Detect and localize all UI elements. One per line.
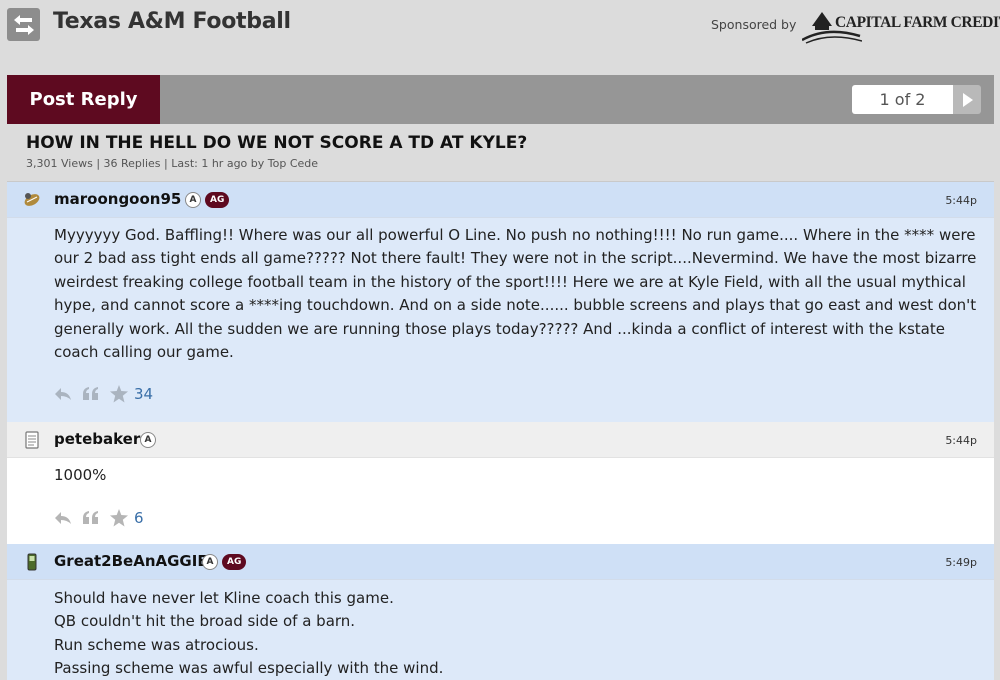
- post-line: Should have never let Kline coach this g…: [54, 589, 394, 607]
- username[interactable]: maroongoon95: [54, 190, 181, 208]
- post-actions: 34: [54, 385, 153, 403]
- site-header: Texas A&M Football Sponsored by CAPITAL …: [0, 0, 1000, 50]
- football-player-icon: [24, 193, 40, 206]
- badge-ag: AG: [205, 192, 230, 208]
- arrows-swap-icon: [13, 14, 34, 35]
- reply-arrow-icon[interactable]: [54, 509, 72, 527]
- post: petebaker A 5:44p 1000% 6: [7, 422, 994, 544]
- pagination: 1 of 2: [852, 85, 981, 114]
- board-title[interactable]: Texas A&M Football: [53, 9, 291, 34]
- badge-a: A: [140, 432, 156, 448]
- back-button[interactable]: [7, 8, 40, 41]
- user-badges: A AG: [185, 192, 230, 208]
- post-line: Run scheme was atrocious.: [54, 635, 259, 654]
- post: maroongoon95 A AG 5:44p Myyyyyy God. Baf…: [7, 182, 994, 422]
- star-icon[interactable]: [110, 385, 128, 403]
- post-text: 1000%: [54, 464, 979, 487]
- badge-a: A: [202, 554, 218, 570]
- post-header: maroongoon95 A AG 5:44p: [7, 182, 994, 218]
- avatar[interactable]: [23, 431, 41, 449]
- post-body: Should have never let Kline coach this g…: [7, 580, 994, 680]
- post-body: 1000% 6: [7, 458, 994, 544]
- sponsor-logo[interactable]: CAPITAL FARM CREDIT: [802, 6, 1000, 44]
- avatar[interactable]: [23, 191, 41, 209]
- username[interactable]: Great2BeAnAGGIE: [54, 552, 208, 570]
- reply-arrow-icon[interactable]: [54, 385, 72, 403]
- post-text: Should have never let Kline coach this g…: [54, 587, 979, 680]
- post-time[interactable]: 5:49p: [945, 556, 977, 569]
- post-reply-button[interactable]: Post Reply: [7, 75, 160, 124]
- page-indicator[interactable]: 1 of 2: [852, 85, 953, 114]
- post: Great2BeAnAGGIE A AG 5:49p Should have n…: [7, 544, 994, 680]
- post-header: petebaker A 5:44p: [7, 422, 994, 458]
- star-count[interactable]: 34: [134, 385, 153, 403]
- thread-toolbar: Post Reply 1 of 2: [7, 75, 994, 124]
- user-badges: A: [140, 432, 156, 448]
- star-icon[interactable]: [110, 509, 128, 527]
- thread-header: HOW IN THE HELL DO WE NOT SCORE A TD AT …: [7, 124, 994, 182]
- next-page-button[interactable]: [953, 85, 981, 114]
- post-time[interactable]: 5:44p: [945, 434, 977, 447]
- post-header: Great2BeAnAGGIE A AG 5:49p: [7, 544, 994, 580]
- quote-icon[interactable]: [82, 509, 100, 527]
- user-badges: A AG: [202, 554, 247, 570]
- post-actions: 6: [54, 509, 144, 527]
- post-line: Passing scheme was awful especially with…: [54, 659, 444, 678]
- badge-ag: AG: [222, 554, 247, 570]
- avatar[interactable]: [23, 553, 41, 571]
- thread-title: HOW IN THE HELL DO WE NOT SCORE A TD AT …: [26, 133, 528, 153]
- sponsored-label: Sponsored by: [711, 17, 797, 32]
- thread-meta: 3,301 Views | 36 Replies | Last: 1 hr ag…: [26, 157, 319, 170]
- quote-icon[interactable]: [82, 385, 100, 403]
- username[interactable]: petebaker: [54, 430, 140, 448]
- post-time[interactable]: 5:44p: [945, 194, 977, 207]
- post-body: Myyyyyy God. Baffling!! Where was our al…: [7, 218, 994, 422]
- star-count[interactable]: 6: [134, 509, 144, 527]
- post-line: 1000%: [54, 466, 107, 484]
- notepad-icon: [25, 431, 39, 449]
- cellphone-icon: [27, 553, 37, 571]
- badge-a: A: [185, 192, 201, 208]
- post-text: Myyyyyy God. Baffling!! Where was our al…: [54, 224, 979, 364]
- post-line: Myyyyyy God. Baffling!! Where was our al…: [54, 226, 977, 362]
- triangle-right-icon: [963, 92, 973, 107]
- post-line: QB couldn't hit the broad side of a barn…: [54, 612, 356, 631]
